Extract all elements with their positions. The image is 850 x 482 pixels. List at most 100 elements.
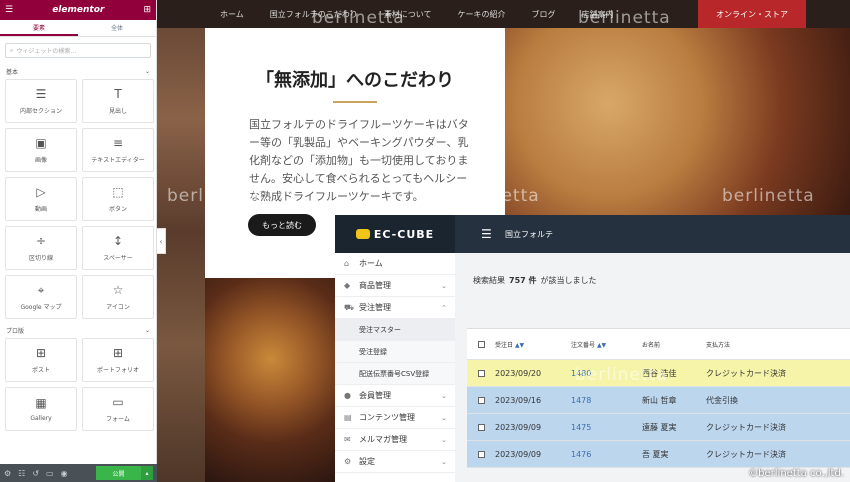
sort-icon[interactable]: ▲▼ (597, 342, 606, 349)
widget-divider[interactable]: ÷ 区切り線 (5, 226, 77, 270)
form-icon: ▭ (112, 394, 124, 409)
widget-label: 動画 (34, 205, 47, 213)
row-checkbox[interactable] (477, 450, 485, 458)
widget-label: フォーム (106, 415, 130, 423)
eccube-header: EC-CUBE ☰ 国立フォルテ (335, 215, 850, 253)
widget-icon[interactable]: ☆ アイコン (82, 275, 154, 319)
heading-icon: T (114, 86, 122, 101)
divider-icon: ÷ (35, 233, 47, 248)
tab-global[interactable]: 全体 (78, 20, 156, 36)
menu-mailmag[interactable]: ✉ メルマガ管理 ⌄ (335, 429, 455, 451)
customer-name: 西谷 浩佳 (642, 368, 677, 378)
table-row[interactable]: 2023/09/16 1478 新山 哲章 代金引換 (467, 387, 850, 414)
read-more-button[interactable]: もっと読む (248, 214, 316, 236)
navigator-icon[interactable]: ☷ (18, 469, 25, 478)
tag-icon: ◆ (344, 281, 351, 290)
hamburger-icon[interactable]: ☰ (481, 227, 492, 241)
search-icon: ⌕ (10, 46, 14, 54)
widget-image[interactable]: ▣ 画像 (5, 128, 77, 172)
order-number-link[interactable]: 1480 (567, 369, 638, 378)
chevron-down-icon: ⌄ (144, 327, 150, 334)
menu-settings[interactable]: ⚙ 設定 ⌄ (335, 451, 455, 473)
hero-title: 「無添加」へのこだわり (256, 70, 454, 91)
responsive-icon[interactable]: ▭ (46, 469, 54, 478)
widget-text-editor[interactable]: ≡ テキストエディター (82, 128, 154, 172)
star-icon: ☆ (112, 282, 124, 297)
widget-spacer[interactable]: ↕ スペーサー (82, 226, 154, 270)
order-table: 受注日 ▲▼ 注文番号 ▲▼ お名前 支払方法 2023/09/20 1480 … (467, 328, 850, 468)
menu-members[interactable]: ● 会員管理 ⌄ (335, 385, 455, 407)
nav-home[interactable]: ホーム (207, 0, 257, 28)
widget-gallery[interactable]: ▦ Gallery (5, 387, 77, 431)
sort-icon[interactable]: ▲▼ (515, 342, 524, 349)
widget-portfolio[interactable]: ⊞ ポートフォリオ (82, 338, 154, 382)
payment-method: クレジットカード決済 (706, 449, 786, 459)
menu-home[interactable]: ⌂ ホーム (335, 253, 455, 275)
table-row[interactable]: 2023/09/09 1475 遠藤 夏実 クレジットカード決済 (467, 414, 850, 441)
nav-shop-info[interactable]: 店舗案内 (569, 0, 627, 28)
panel-collapse-toggle[interactable]: ‹ (157, 228, 166, 254)
nav-cake[interactable]: ケーキの紹介 (445, 0, 519, 28)
select-all-checkbox[interactable] (477, 340, 485, 348)
row-checkbox[interactable] (477, 369, 485, 377)
eccube-sidebar: ⌂ ホーム ◆ 商品管理 ⌄ ⛟ 受注管理 ⌃ 受注マスター 受注登録 配送伝票番号CSV… (335, 253, 455, 482)
col-order-no[interactable]: 注文番号 ▲▼ (567, 340, 638, 349)
nav-sozai[interactable]: 素材について (371, 0, 445, 28)
section-basic[interactable]: 基本 ⌄ (0, 64, 156, 79)
caret-up-icon[interactable]: ▴ (141, 466, 153, 480)
chevron-down-icon: ⌄ (441, 281, 447, 290)
widget-button[interactable]: ⬚ ボタン (82, 177, 154, 221)
table-row[interactable]: 2023/09/20 1480 西谷 浩佳 クレジットカード決済 (467, 360, 850, 387)
portfolio-icon: ⊞ (112, 345, 124, 360)
widget-search-input[interactable]: ⌕ ウィジェットの検索… (5, 43, 151, 58)
menu-label: ホーム (359, 259, 383, 268)
submenu-order-master[interactable]: 受注マスター (335, 319, 455, 341)
widget-form[interactable]: ▭ フォーム (82, 387, 154, 431)
search-placeholder: ウィジェットの検索… (16, 48, 77, 55)
order-date: 2023/09/09 (495, 449, 542, 459)
col-order-date[interactable]: 受注日 ▲▼ (491, 340, 567, 349)
submenu-tracking-csv[interactable]: 配送伝票番号CSV登録 (335, 363, 455, 385)
widget-google-maps[interactable]: ⌖ Google マップ (5, 275, 77, 319)
online-store-button[interactable]: オンライン・ストア (698, 0, 806, 28)
preview-icon[interactable]: ◉ (61, 469, 68, 478)
text-editor-icon: ≡ (112, 135, 124, 150)
elementor-footer: ⚙ ☷ ↺ ▭ ◉ 公開 ▴ (0, 464, 157, 482)
widget-label: Gallery (30, 414, 52, 422)
order-number-link[interactable]: 1475 (567, 423, 638, 432)
widget-video[interactable]: ▷ 動画 (5, 177, 77, 221)
fruitcake-photo (505, 28, 850, 218)
grid-icon[interactable]: ⊞ (143, 5, 151, 15)
history-icon[interactable]: ↺ (32, 469, 39, 478)
publish-button[interactable]: 公開 (96, 466, 141, 480)
video-icon: ▷ (36, 184, 46, 199)
menu-products[interactable]: ◆ 商品管理 ⌄ (335, 275, 455, 297)
elementor-tabs: 要素 全体 (0, 20, 156, 37)
submenu-order-register[interactable]: 受注登録 (335, 341, 455, 363)
section-title: プロ版 (6, 328, 25, 335)
copyright-credit: ©berlinetta co.,ltd. (748, 468, 844, 479)
customer-name: 遠藤 夏実 (642, 422, 677, 432)
widget-label: 内部セクション (19, 107, 62, 115)
row-checkbox[interactable] (477, 423, 485, 431)
menu-label: コンテンツ管理 (359, 413, 415, 422)
order-date: 2023/09/20 (495, 368, 542, 378)
menu-label: 設定 (359, 457, 375, 466)
nav-kodawari[interactable]: 国立フォルテのこだわり (257, 0, 371, 28)
widget-posts[interactable]: ⊞ ポスト (5, 338, 77, 382)
widget-inner-section[interactable]: ☰ 内部セクション (5, 79, 77, 123)
widget-heading[interactable]: T 見出し (82, 79, 154, 123)
section-pro[interactable]: プロ版 ⌄ (0, 323, 156, 338)
menu-contents[interactable]: ▤ コンテンツ管理 ⌄ (335, 407, 455, 429)
tab-elements[interactable]: 要素 (0, 20, 78, 36)
header-label: 注文番号 (571, 341, 596, 349)
settings-icon[interactable]: ⚙ (4, 469, 11, 478)
order-number-link[interactable]: 1476 (567, 450, 638, 459)
menu-orders[interactable]: ⛟ 受注管理 ⌃ (335, 297, 455, 319)
table-row[interactable]: 2023/09/09 1476 吾 夏実 クレジットカード決済 (467, 441, 850, 468)
order-number-link[interactable]: 1478 (567, 396, 638, 405)
row-checkbox[interactable] (477, 396, 485, 404)
hamburger-icon[interactable]: ☰ (5, 5, 13, 15)
menu-label: 商品管理 (359, 281, 391, 290)
nav-blog[interactable]: ブログ (519, 0, 569, 28)
